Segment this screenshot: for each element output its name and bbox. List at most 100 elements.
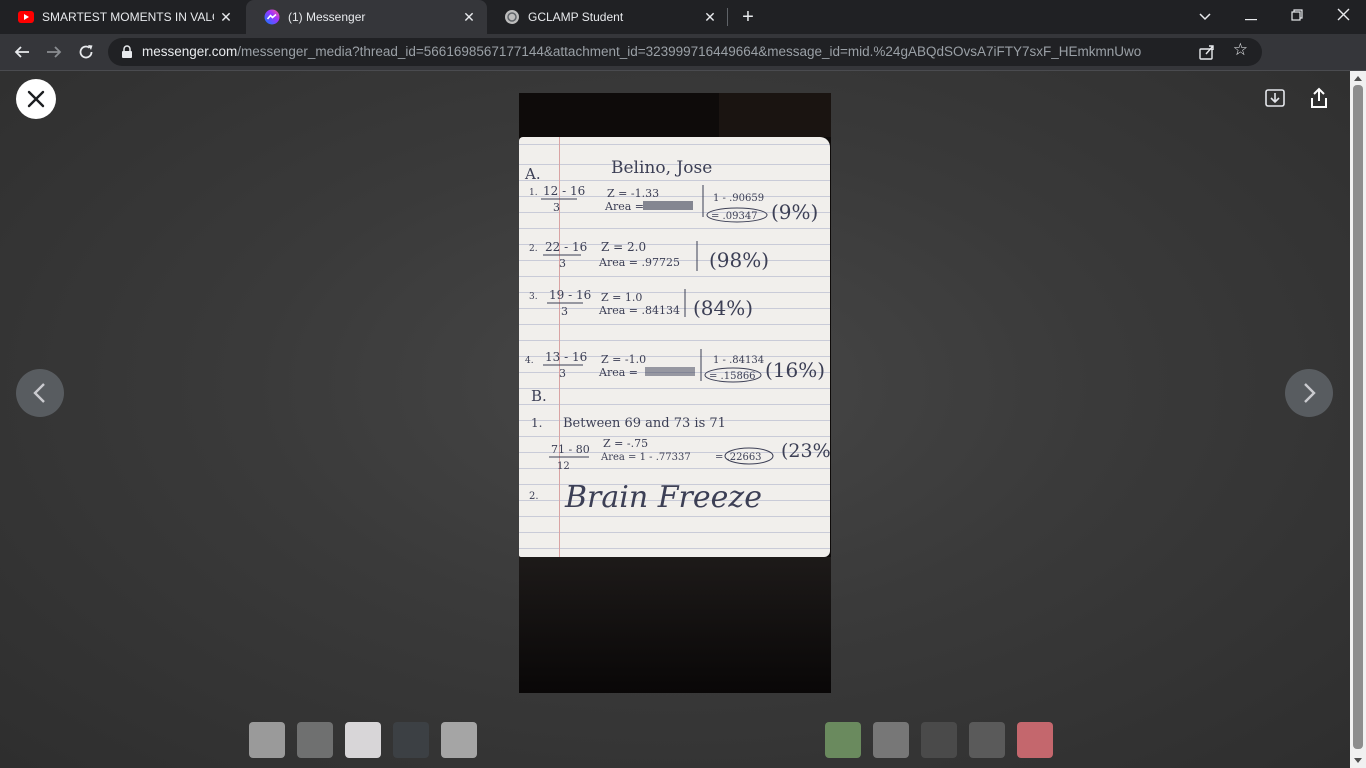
tab-search-icon[interactable] — [1182, 0, 1228, 34]
percent-answer: (84%) — [693, 296, 753, 320]
youtube-icon — [18, 9, 34, 25]
browser-toolbar: messenger.com/messenger_media?thread_id=… — [0, 34, 1366, 98]
area-value: Area = .84134 — [598, 304, 680, 317]
problem-number: 2. — [529, 491, 539, 502]
bookmark-star-icon[interactable]: ☆ — [1233, 40, 1248, 60]
address-bar[interactable]: messenger.com/messenger_media?thread_id=… — [108, 38, 1262, 66]
close-tab-icon[interactable]: ✕ — [457, 9, 481, 26]
download-icon — [1265, 89, 1285, 107]
z-value: Z = -.75 — [603, 437, 648, 450]
share-icon — [1311, 87, 1327, 108]
section-b-label: B. — [531, 387, 547, 405]
lock-icon[interactable] — [120, 45, 134, 59]
fraction-bottom: 3 — [559, 367, 566, 380]
photo-attachment: A. Belino, Jose 1. 12 - 16 3 Z = -1.33 A… — [519, 93, 831, 693]
problem-number: 2. — [529, 244, 538, 254]
forward-icon[interactable] — [40, 38, 68, 66]
scroll-down-icon[interactable] — [1354, 758, 1362, 763]
z-value: Z = 2.0 — [601, 240, 646, 254]
download-button[interactable] — [1263, 86, 1287, 110]
thumbnail[interactable] — [825, 722, 861, 758]
chevron-right-icon — [1304, 383, 1316, 403]
scribble — [643, 201, 693, 210]
section-a-label: A. — [524, 165, 541, 183]
reload-icon[interactable] — [72, 38, 100, 66]
previous-button[interactable] — [16, 369, 64, 417]
thumbnail[interactable] — [873, 722, 909, 758]
fraction-top: 71 - 80 — [551, 443, 590, 456]
work-line: 1 - .90659 — [713, 193, 764, 204]
close-window-icon[interactable] — [1320, 0, 1366, 34]
close-icon — [27, 90, 45, 108]
fraction-bottom: 3 — [553, 201, 560, 214]
z-value: Z = -1.0 — [601, 353, 646, 366]
thumbnail[interactable] — [1065, 722, 1101, 758]
page-scrollbar[interactable] — [1350, 71, 1366, 768]
url-text[interactable]: messenger.com/messenger_media?thread_id=… — [142, 44, 1152, 59]
scroll-up-icon[interactable] — [1354, 76, 1362, 81]
next-button[interactable] — [1285, 369, 1333, 417]
thumbnail[interactable] — [969, 722, 1005, 758]
thumbnail[interactable] — [345, 722, 381, 758]
restore-icon[interactable] — [1274, 0, 1320, 34]
problem-number: 3. — [529, 292, 538, 302]
notebook-page: A. Belino, Jose 1. 12 - 16 3 Z = -1.33 A… — [519, 137, 830, 557]
percent-answer: (23%) — [781, 440, 830, 462]
thumbnail[interactable] — [249, 722, 285, 758]
fraction-top: 19 - 16 — [549, 288, 591, 302]
share-page-icon[interactable] — [1198, 43, 1216, 61]
handwriting: A. Belino, Jose 1. 12 - 16 3 Z = -1.33 A… — [524, 158, 830, 515]
fraction-top: 22 - 16 — [545, 240, 587, 254]
tab-title: SMARTEST MOMENTS IN VALORANT — [42, 10, 214, 24]
tab-messenger[interactable]: (1) Messenger ✕ — [246, 0, 487, 34]
problem-number: 4. — [525, 356, 534, 366]
student-name: Belino, Jose — [611, 158, 712, 178]
problem-number: 1. — [531, 416, 542, 430]
thumbnail-current[interactable] — [393, 722, 429, 758]
thumbnail[interactable] — [921, 722, 957, 758]
z-value: Z = 1.0 — [601, 291, 642, 304]
thumbnail[interactable] — [1017, 722, 1053, 758]
scribble — [645, 367, 695, 376]
fraction-bottom: 12 — [557, 461, 570, 472]
fraction-bottom: 3 — [561, 305, 568, 318]
work-result: = .22663 — [715, 452, 762, 463]
percent-answer: (9%) — [771, 200, 818, 224]
minimize-icon[interactable] — [1228, 0, 1274, 34]
url-path: /messenger_media?thread_id=5661698567177… — [237, 44, 1142, 59]
area-value: Area = .97725 — [598, 256, 680, 269]
percent-answer: (98%) — [709, 248, 769, 272]
messenger-icon — [264, 9, 280, 25]
problem-text: Brain Freeze — [564, 480, 762, 515]
thumbnail[interactable] — [441, 722, 477, 758]
tab-title: (1) Messenger — [288, 10, 366, 24]
work-line: 1 - .84134 — [713, 355, 764, 366]
tab-youtube[interactable]: SMARTEST MOMENTS IN VALORANT ✕ — [0, 0, 244, 34]
close-tab-icon[interactable]: ✕ — [214, 9, 238, 26]
close-tab-icon[interactable]: ✕ — [698, 9, 722, 26]
tab-divider — [727, 8, 728, 26]
problem-number: 1. — [529, 188, 538, 198]
area-label: Area = — [604, 200, 644, 213]
thumbnail[interactable] — [297, 722, 333, 758]
share-button[interactable] — [1307, 86, 1331, 110]
fraction-bottom: 3 — [559, 257, 566, 270]
area-label: Area = — [598, 366, 638, 379]
gclamp-icon — [504, 9, 520, 25]
z-value: Z = -1.33 — [607, 187, 659, 200]
new-tab-button[interactable]: + — [736, 6, 760, 28]
back-icon[interactable] — [8, 38, 36, 66]
percent-answer: (16%) — [765, 358, 825, 382]
problem-text: Between 69 and 73 is 71 — [563, 416, 726, 431]
tab-title: GCLAMP Student — [528, 10, 624, 24]
chevron-left-icon — [33, 383, 45, 403]
tab-strip: SMARTEST MOMENTS IN VALORANT ✕ (1) Messe… — [0, 0, 1366, 34]
photo-background — [519, 557, 831, 693]
scrollbar-thumb[interactable] — [1353, 85, 1363, 749]
area-value: Area = 1 - .77337 — [600, 452, 691, 463]
fraction-top: 13 - 16 — [545, 350, 587, 364]
photo-background — [719, 93, 831, 137]
tab-gclamp[interactable]: GCLAMP Student ✕ — [486, 0, 728, 34]
url-domain: messenger.com — [142, 44, 238, 59]
close-viewer-button[interactable] — [16, 79, 56, 119]
